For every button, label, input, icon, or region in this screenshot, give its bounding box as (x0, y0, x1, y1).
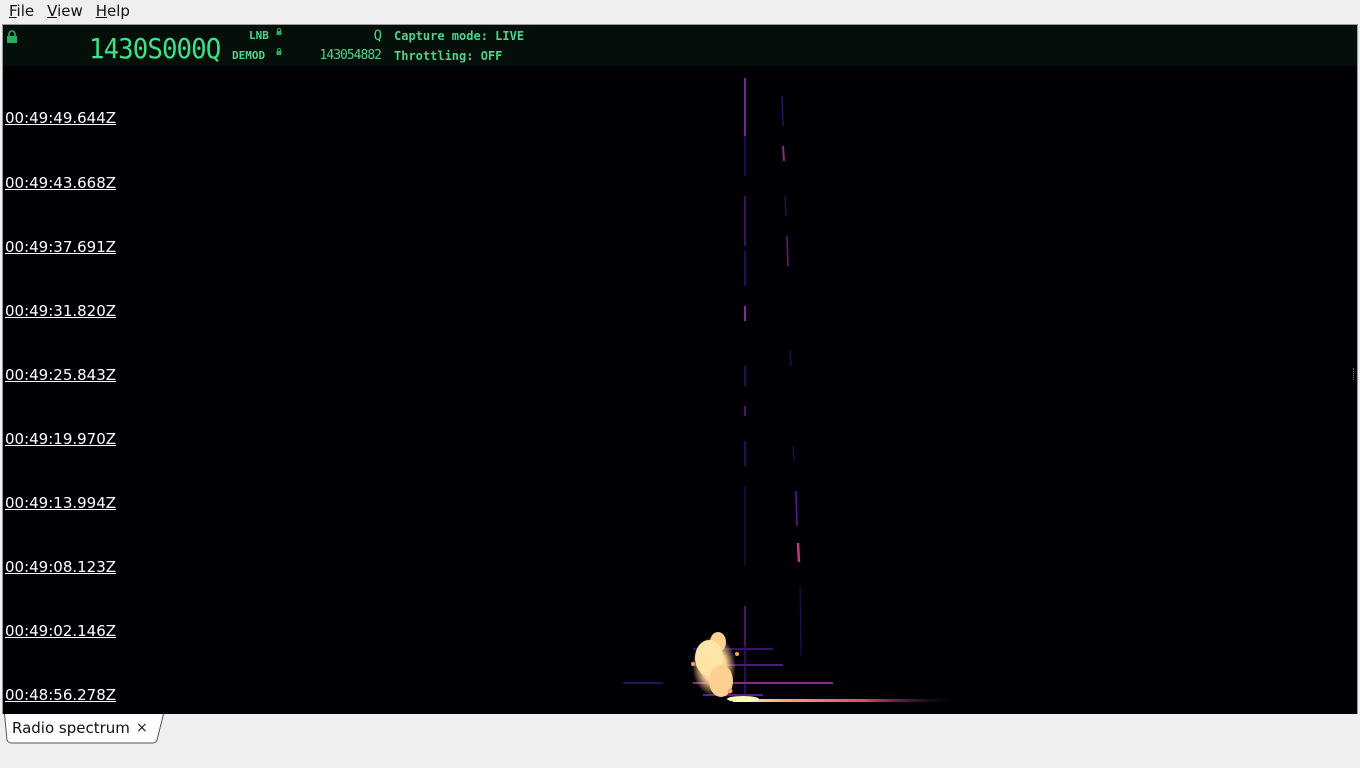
timestamp-marker[interactable]: 00:49:02.146Z (5, 622, 116, 640)
menu-help[interactable]: Help (92, 0, 134, 22)
timestamp-marker[interactable]: 00:49:37.691Z (5, 238, 116, 256)
timestamp-marker[interactable]: 00:49:08.123Z (5, 558, 116, 576)
timestamp-marker[interactable]: 00:49:13.994Z (5, 494, 116, 512)
tab-bar: Radio spectrum × (0, 714, 1360, 768)
horizontal-streaks (623, 648, 953, 702)
lnb-label: LNB (249, 29, 269, 42)
waterfall-display[interactable]: 00:49:49.644Z 00:49:43.668Z 00:49:37.691… (3, 66, 1357, 714)
lnb-lock-icon[interactable] (276, 28, 282, 35)
capture-mode-status: Capture mode: LIVE (394, 29, 525, 43)
menu-bar: File View Help (0, 0, 1360, 22)
menu-file[interactable]: File (5, 0, 38, 22)
status-header: 1430S000Q LNB Q DEMOD 143054882 Capture … (3, 25, 1357, 66)
spectrum-panel: 1430S000Q LNB Q DEMOD 143054882 Capture … (2, 24, 1358, 715)
menu-view[interactable]: View (43, 0, 87, 22)
drifting-trace (781, 95, 802, 657)
timestamp-marker[interactable]: 00:49:49.644Z (5, 109, 116, 127)
tab-radio-spectrum[interactable]: Radio spectrum × (4, 714, 164, 744)
demod-lock-icon[interactable] (276, 48, 282, 55)
throttling-status: Throttling: OFF (394, 49, 503, 63)
lock-icon[interactable] (6, 30, 18, 44)
center-frequency-display[interactable]: 1430S000Q (89, 32, 221, 65)
close-icon[interactable]: × (136, 720, 148, 736)
timestamp-marker[interactable]: 00:48:56.278Z (5, 686, 116, 704)
timestamp-marker[interactable]: 00:49:25.843Z (5, 366, 116, 384)
signal-burst (691, 632, 759, 702)
timestamp-marker[interactable]: 00:49:31.820Z (5, 302, 116, 320)
tab-label: Radio spectrum (12, 719, 130, 737)
demod-label: DEMOD (232, 49, 266, 62)
lnb-frequency-value[interactable]: Q (303, 28, 382, 44)
timestamp-marker[interactable]: 00:49:43.668Z (5, 174, 116, 192)
demod-frequency-value[interactable]: 143054882 (303, 48, 382, 63)
resize-handle[interactable] (1353, 368, 1356, 380)
timestamp-marker[interactable]: 00:49:19.970Z (5, 430, 116, 448)
waterfall-image (623, 78, 953, 702)
